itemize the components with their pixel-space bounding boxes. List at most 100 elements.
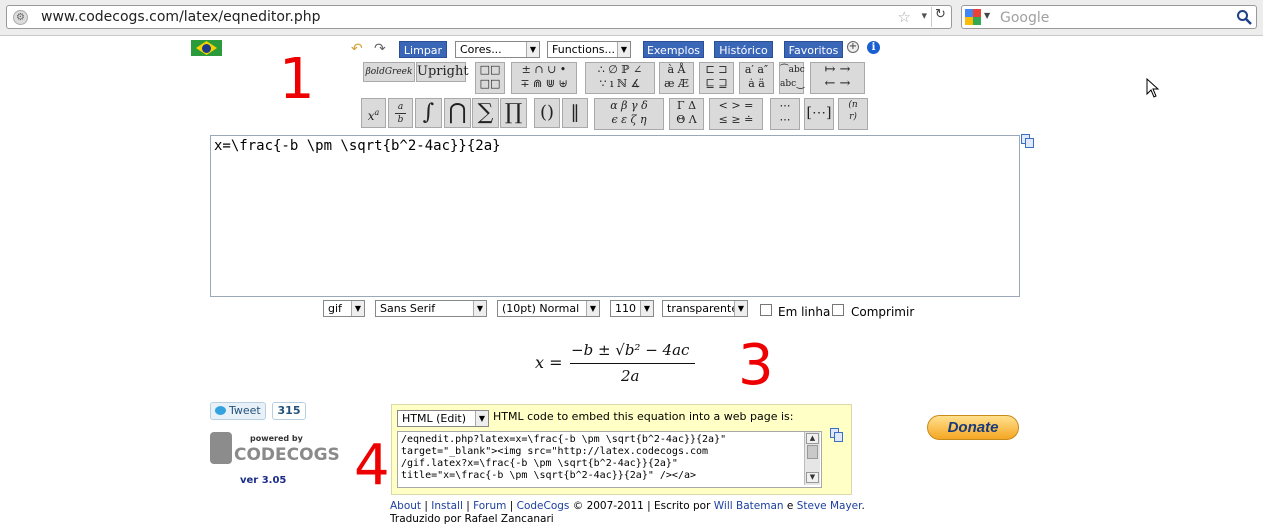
history-dropdown-icon[interactable]: ▾ [921,9,927,22]
scroll-thumb[interactable] [807,445,818,459]
reload-icon[interactable]: ↻ [931,7,949,27]
compress-label: Comprimir [851,305,915,319]
translated-text: Traduzido por Rafael Zancanari [390,513,554,525]
chevron-down-icon: ▼ [586,301,599,316]
colors-select-value: Cores... [460,43,502,56]
tweet-count[interactable]: 315 [272,402,306,420]
embed-code-textarea[interactable]: /eqnedit.php?latex=x=\frac{-b \pm \sqrt{… [397,431,822,488]
embed-code-line: /eqnedit.php?latex=x=\frac{-b \pm \sqrt{… [401,434,727,445]
chevron-down-icon: ▼ [473,301,486,316]
examples-button[interactable]: Exemplos [643,41,704,58]
redo-icon[interactable]: ↷ [374,41,386,57]
format-select[interactable]: gif ▼ [323,300,365,317]
copy-icon[interactable] [1021,134,1035,148]
brackets-button[interactable]: () [534,98,560,128]
big-intersection-button[interactable]: ⋂ [444,98,471,128]
author2-link[interactable]: Steve Mayer [797,500,862,512]
history-button[interactable]: Histórico [714,41,773,58]
integral-button[interactable]: ∫ [415,98,442,128]
chevron-down-icon: ▼ [475,411,488,426]
search-bar[interactable]: ▼ Google [961,5,1257,29]
superscript-button[interactable]: xa [361,98,386,128]
install-link[interactable]: Install [431,500,463,512]
equation-fraction-bar [570,363,695,364]
embed-code-line: /gif.latex?x=\frac{-b \pm \sqrt{b^2-4ac}… [401,458,678,469]
sets-symbols-button[interactable]: ⊏ ⊐ ⊑ ⊒ [699,62,734,94]
clear-button[interactable]: Limpar [399,41,447,58]
embed-title: HTML code to embed this equation into a … [493,410,794,423]
copyright-text: © 2007-2011 | Escrito por [572,500,711,512]
undo-icon[interactable]: ↶ [351,41,363,57]
chevron-down-icon: ▼ [526,42,539,57]
greek-upper-button[interactable]: Γ ΔΘ Λ [669,98,704,130]
logic-symbols-button[interactable]: ∴ ∅ ℙ ∠ ∵ ı ℕ ∡ [585,62,655,94]
inline-checkbox[interactable] [760,304,772,316]
forum-link[interactable]: Forum [473,500,506,512]
binomial-button[interactable]: (n r) [838,98,868,130]
font-select[interactable]: Sans Serif ▼ [375,300,487,317]
version-text: ver 3.05 [240,475,287,486]
annotation-number-3: 3 [738,333,774,398]
functions-select-value: Functions... [552,43,616,56]
embed-mode-select[interactable]: HTML (Edit) ▼ [397,410,489,427]
greek-lower-button[interactable]: α β γ δϵ ε ζ η [594,98,664,130]
search-icon[interactable] [1236,9,1252,25]
address-bar[interactable]: ⚙ www.codecogs.com/latex/eqneditor.php ☆… [6,5,952,29]
site-identity-icon[interactable]: ⚙ [13,10,28,25]
url-text[interactable]: www.codecogs.com/latex/eqneditor.php [41,9,321,25]
norm-button[interactable]: ‖ [562,98,588,128]
matrix-button[interactable]: [⋯] [804,98,834,130]
browser-toolbar: ⚙ www.codecogs.com/latex/eqneditor.php ☆… [0,0,1263,36]
chevron-down-icon: ▼ [734,301,747,316]
overbrace-symbols-button[interactable]: ⏜abc abc⏝ [779,62,805,94]
language-flag-brazil-icon[interactable] [191,40,222,56]
chevron-down-icon: ▼ [617,42,630,57]
scroll-down-icon[interactable]: ▼ [806,472,819,483]
operators-symbols-button[interactable]: ± ∩ ∪ • ∓ ⋒ ⋓ ⊎ [511,62,577,94]
size-select[interactable]: (10pt) Normal ▼ [497,300,600,317]
add-icon[interactable]: + [847,41,859,53]
bookmark-star-icon[interactable]: ☆ [898,8,911,26]
equation-numerator: −b ± √b² − 4ac [571,341,690,359]
arrows-symbols-button[interactable]: ↦ → ← → [810,62,865,94]
logo-name: CODECOGS [234,445,340,465]
primes-symbols-button[interactable]: a′ a″ ȧ ä [739,62,774,94]
upright-button[interactable]: Upright [416,62,469,82]
copy-embed-icon[interactable] [830,428,844,442]
codecogs-link[interactable]: CodeCogs [517,500,570,512]
functions-select[interactable]: Functions... ▼ [547,41,631,58]
info-icon[interactable]: i [867,41,880,54]
tweet-button[interactable]: Tweet [210,402,266,420]
dots-button[interactable]: ⋯ ⋯ [770,98,800,130]
dpi-select[interactable]: 110 ▼ [610,300,654,317]
bold-greek-button[interactable]: βoldGreek [363,62,415,82]
scroll-up-icon[interactable]: ▲ [806,433,819,444]
annotation-number-4: 4 [354,433,390,498]
spacing-symbols-button[interactable]: □□ □□ [475,62,505,94]
mouse-cursor-icon [1146,78,1160,98]
chevron-down-icon: ▼ [351,301,364,316]
background-select[interactable]: transparente ▼ [662,300,748,317]
donate-button[interactable]: Donate [927,415,1019,440]
author1-link[interactable]: Will Bateman [714,500,784,512]
powered-by-text: powered by [250,434,303,443]
product-button[interactable]: ∏ [500,98,527,128]
search-placeholder[interactable]: Google [1000,10,1049,26]
fraction-button[interactable]: ab [388,98,413,128]
embed-code-line: target="_blank"><img src="http://latex.c… [401,446,709,457]
embed-scrollbar[interactable]: ▲ ▼ [804,432,820,485]
font-select-value: Sans Serif [380,302,436,315]
colors-select[interactable]: Cores... ▼ [455,41,540,58]
favorites-button[interactable]: Favoritos [784,41,843,58]
about-link[interactable]: About [390,500,421,512]
inline-label: Em linha [778,305,831,319]
latex-editor-textarea[interactable]: x=\frac{-b \pm \sqrt{b^2-4ac}}{2a} [210,135,1020,297]
codecogs-logo[interactable]: powered by CODECOGS [210,432,340,466]
engine-dropdown-icon[interactable]: ▼ [984,11,990,20]
background-select-value: transparente [667,302,739,315]
relations-button[interactable]: < > = ≤ ≥ ≐ [709,98,763,130]
sum-button[interactable]: ∑ [472,98,499,128]
accents-symbols-button[interactable]: à Åæ Æ [659,62,694,94]
google-engine-icon[interactable] [965,9,981,25]
compress-checkbox[interactable] [832,304,844,316]
